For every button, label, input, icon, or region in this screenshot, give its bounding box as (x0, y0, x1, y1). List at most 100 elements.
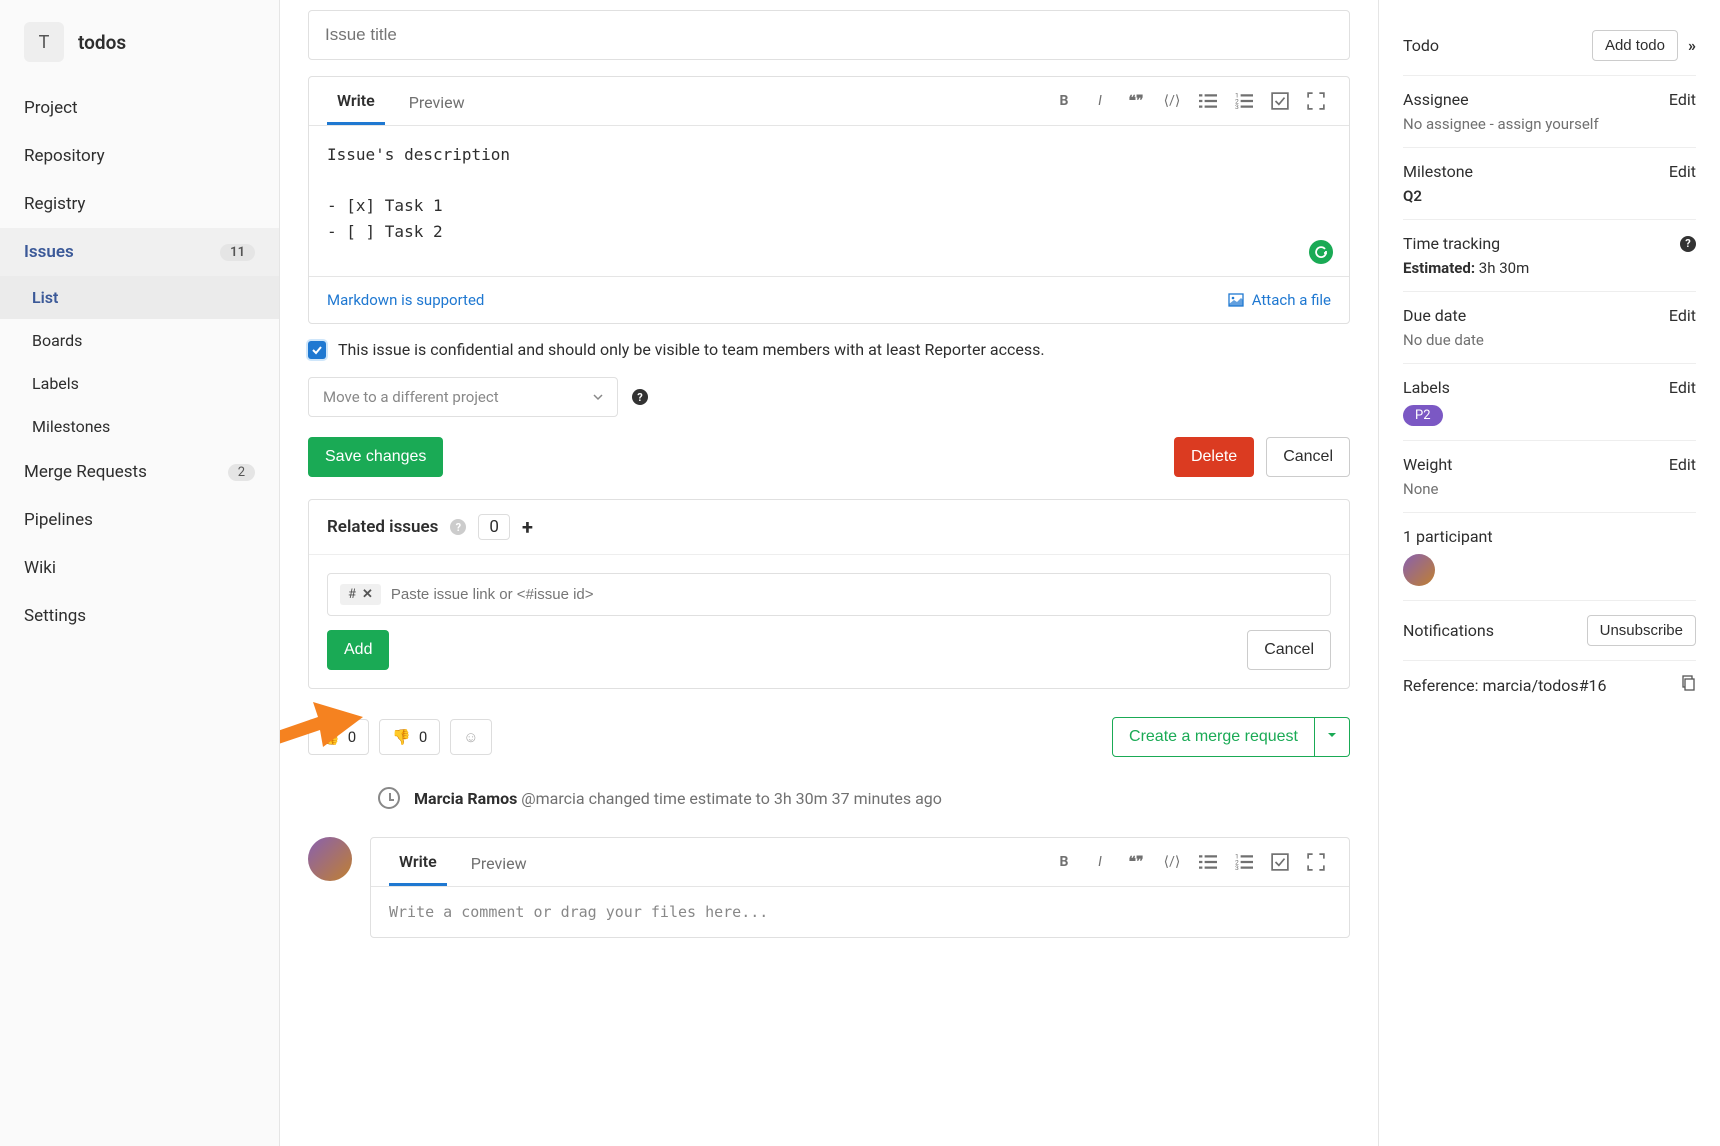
add-todo-button[interactable]: Add todo (1592, 30, 1678, 61)
reference-value: marcia/todos#16 (1483, 676, 1607, 695)
bullet-list-icon[interactable] (1199, 92, 1217, 110)
italic-icon[interactable]: I (1091, 853, 1109, 871)
cancel-button[interactable]: Cancel (1266, 437, 1350, 477)
related-issues-panel: Related issues ? 0 + # ✕ Add Cancel (308, 499, 1350, 689)
edit-assignee-link[interactable]: Edit (1669, 90, 1696, 109)
unsubscribe-button[interactable]: Unsubscribe (1587, 615, 1696, 646)
confidential-checkbox[interactable] (308, 341, 326, 359)
milestone-label: Milestone (1403, 162, 1473, 181)
create-mr-dropdown[interactable] (1315, 717, 1350, 757)
edit-weight-link[interactable]: Edit (1669, 455, 1696, 474)
nav-issues-labels[interactable]: Labels (0, 362, 279, 405)
nav-registry[interactable]: Registry (0, 180, 279, 228)
editor-line: - [ ] Task 2 (327, 219, 1331, 245)
edit-milestone-link[interactable]: Edit (1669, 162, 1696, 181)
activity-text: changed time estimate to 3h 30m (589, 789, 828, 808)
fullscreen-icon[interactable] (1307, 853, 1325, 871)
tab-write[interactable]: Write (327, 77, 385, 125)
code-icon[interactable]: ⟨/⟩ (1163, 92, 1181, 110)
issue-title-input[interactable] (308, 10, 1350, 60)
add-related-icon[interactable]: + (522, 515, 533, 539)
markdown-supported-link[interactable]: Markdown is supported (327, 291, 484, 309)
editor-toolbar: B I ❝❞ ⟨/⟩ 123 (1055, 92, 1331, 110)
editor-line: - [x] Task 1 (327, 193, 1331, 219)
attach-file-button[interactable]: Attach a file (1228, 291, 1331, 309)
edit-labels-link[interactable]: Edit (1669, 378, 1696, 397)
collapse-sidebar-icon[interactable]: » (1688, 36, 1696, 55)
nav-merge-requests[interactable]: Merge Requests 2 (0, 448, 279, 496)
attach-file-label: Attach a file (1252, 291, 1331, 309)
task-list-icon[interactable] (1271, 92, 1289, 110)
estimated-value: 3h 30m (1479, 259, 1529, 277)
quote-icon[interactable]: ❝❞ (1127, 92, 1145, 110)
move-project-select[interactable]: Move to a different project (308, 377, 618, 417)
nav-settings[interactable]: Settings (0, 592, 279, 640)
thumbs-up-icon: 👍 (321, 728, 340, 746)
grammarly-icon[interactable] (1309, 240, 1333, 264)
task-list-icon[interactable] (1271, 853, 1289, 871)
nav-issues-label: Issues (24, 242, 74, 262)
participant-avatar[interactable] (1403, 554, 1435, 586)
related-issues-heading: Related issues (327, 517, 438, 537)
bold-icon[interactable]: B (1055, 853, 1073, 871)
delete-button[interactable]: Delete (1174, 437, 1254, 477)
close-icon[interactable]: ✕ (362, 587, 373, 602)
description-editor: Write Preview B I ❝❞ ⟨/⟩ 123 Issue's des… (308, 76, 1350, 324)
comment-textarea[interactable]: Write a comment or drag your files here.… (371, 887, 1349, 937)
related-issues-count: 0 (478, 514, 510, 540)
estimated-label: Estimated: (1403, 259, 1475, 277)
help-icon[interactable]: ? (632, 389, 648, 405)
nav-mr-label: Merge Requests (24, 462, 147, 482)
todo-label: Todo (1403, 36, 1439, 55)
nav-repository[interactable]: Repository (0, 132, 279, 180)
related-tag-text: # (348, 587, 356, 602)
participants-label: 1 participant (1403, 527, 1493, 546)
svg-text:3: 3 (1235, 103, 1239, 110)
numbered-list-icon[interactable]: 123 (1235, 853, 1253, 871)
main-content: Write Preview B I ❝❞ ⟨/⟩ 123 Issue's des… (280, 0, 1378, 1146)
project-name: todos (78, 31, 126, 54)
copy-reference-icon[interactable] (1680, 675, 1696, 695)
help-icon[interactable]: ? (450, 519, 466, 535)
thumbs-down-button[interactable]: 👎0 (379, 719, 440, 755)
nav-wiki[interactable]: Wiki (0, 544, 279, 592)
fullscreen-icon[interactable] (1307, 92, 1325, 110)
save-button[interactable]: Save changes (308, 437, 443, 477)
tab-preview[interactable]: Preview (399, 79, 475, 124)
image-icon (1228, 292, 1244, 308)
nav-issues-list[interactable]: List (0, 276, 279, 319)
time-tracking-label: Time tracking (1403, 234, 1500, 253)
comment-tab-write[interactable]: Write (389, 838, 447, 886)
nav-pipelines[interactable]: Pipelines (0, 496, 279, 544)
help-icon[interactable]: ? (1680, 236, 1696, 252)
chevron-down-icon (593, 392, 603, 402)
weight-value: None (1403, 480, 1696, 498)
edit-due-date-link[interactable]: Edit (1669, 306, 1696, 325)
bold-icon[interactable]: B (1055, 92, 1073, 110)
nav-project[interactable]: Project (0, 84, 279, 132)
related-issue-input[interactable] (391, 586, 1318, 603)
editor-line: Issue's description (327, 142, 1331, 168)
italic-icon[interactable]: I (1091, 92, 1109, 110)
notifications-label: Notifications (1403, 621, 1494, 640)
comment-tab-preview[interactable]: Preview (461, 840, 537, 885)
code-icon[interactable]: ⟨/⟩ (1163, 853, 1181, 871)
nav-issues-milestones[interactable]: Milestones (0, 405, 279, 448)
add-related-button[interactable]: Add (327, 630, 389, 670)
nav-issues[interactable]: Issues 11 (0, 228, 279, 276)
nav-issues-boards[interactable]: Boards (0, 319, 279, 362)
assign-yourself-link[interactable]: assign yourself (1497, 115, 1598, 133)
bullet-list-icon[interactable] (1199, 853, 1217, 871)
cancel-related-button[interactable]: Cancel (1247, 630, 1331, 670)
create-merge-request-button[interactable]: Create a merge request (1112, 717, 1315, 757)
label-chip[interactable]: P2 (1403, 405, 1443, 426)
related-issue-tag[interactable]: # ✕ (340, 584, 381, 605)
description-textarea[interactable]: Issue's description - [x] Task 1 - [ ] T… (309, 126, 1349, 276)
quote-icon[interactable]: ❝❞ (1127, 853, 1145, 871)
thumbs-down-icon: 👎 (392, 728, 411, 746)
numbered-list-icon[interactable]: 123 (1235, 92, 1253, 110)
assignee-value: No assignee - (1403, 115, 1494, 133)
editor-line (327, 168, 1331, 194)
thumbs-up-button[interactable]: 👍0 (308, 719, 369, 755)
add-reaction-button[interactable]: ☺ (450, 719, 491, 755)
